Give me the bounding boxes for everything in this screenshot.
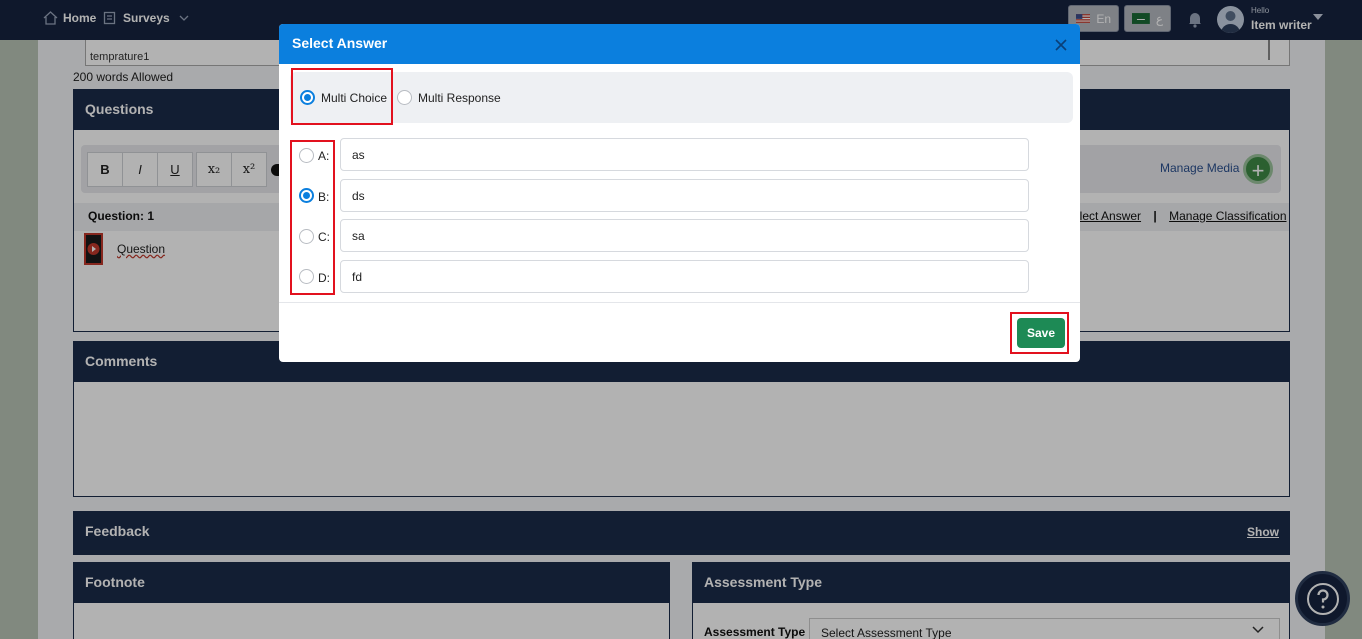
modal-title: Select Answer [292, 35, 388, 51]
highlight-option-radios [290, 140, 335, 295]
highlight-answer-type [291, 68, 393, 125]
option-b-input[interactable]: ds [340, 179, 1029, 212]
option-c-input[interactable]: sa [340, 219, 1029, 252]
modal-footer-divider [279, 302, 1080, 303]
multi-response-label[interactable]: Multi Response [418, 91, 501, 105]
option-a-input[interactable]: as [340, 138, 1029, 171]
option-d-input[interactable]: fd [340, 260, 1029, 293]
modal-header: Select Answer [279, 24, 1080, 64]
highlight-save-button [1010, 312, 1069, 354]
multi-response-radio[interactable] [397, 90, 412, 105]
select-answer-modal: Select Answer Multi Choice Multi Respons… [279, 24, 1080, 362]
close-icon[interactable] [1053, 37, 1069, 53]
